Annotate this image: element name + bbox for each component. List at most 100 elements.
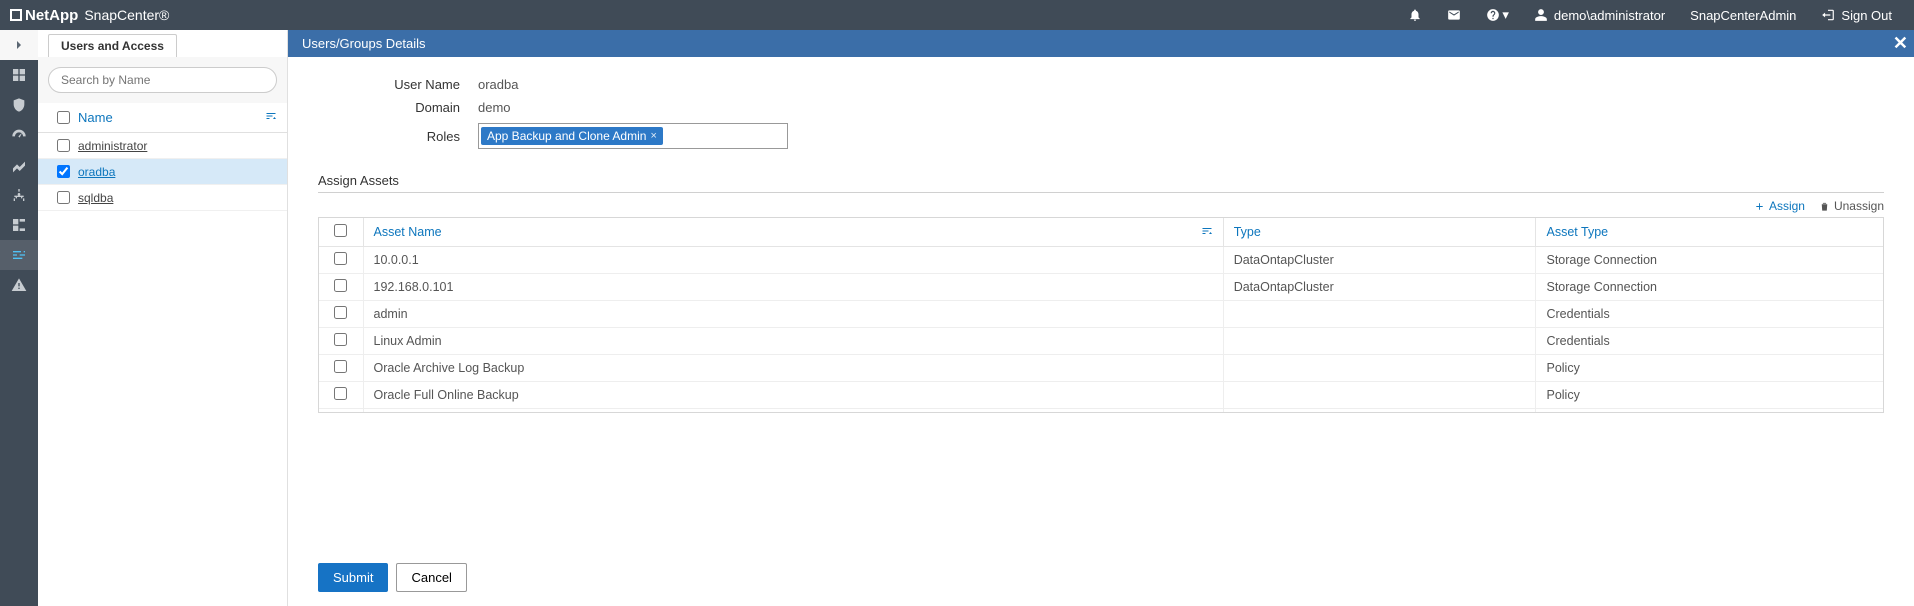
nav-dashboard[interactable] [0,60,38,90]
asset-type-header[interactable]: Asset Type [1536,218,1883,247]
user-icon [1534,8,1548,22]
help-icon [1486,8,1500,22]
hierarchy-icon [11,187,27,203]
user-row-name[interactable]: oradba [78,165,115,179]
asset-name-cell: Oracle Archive Log Backup [363,355,1223,382]
roles-label: Roles [368,129,478,144]
user-list-row[interactable]: sqldba [38,185,287,211]
user-row-checkbox[interactable] [57,139,70,152]
domain-value: demo [478,100,511,115]
sort-asc-icon[interactable] [265,110,277,125]
plus-icon [1754,201,1765,212]
nav-hosts[interactable] [0,180,38,210]
asset-table-row: rhel2.demo.netapp.com host [319,409,1883,413]
asset-row-checkbox[interactable] [334,306,347,319]
chevron-right-icon [11,37,27,53]
asset-assettype-cell: Storage Connection [1536,247,1883,274]
detail-title: Users/Groups Details [302,36,426,51]
name-column-header[interactable]: Name [78,110,265,125]
asset-row-checkbox[interactable] [334,387,347,400]
select-all-assets-checkbox[interactable] [334,224,347,237]
close-detail-button[interactable]: ✕ [1893,33,1908,54]
search-input[interactable] [48,67,277,93]
mail-button[interactable] [1434,0,1473,30]
asset-type-cell [1223,355,1536,382]
users-list-header: Name [38,103,287,133]
asset-type-cell: DataOntapCluster [1223,247,1536,274]
mail-icon [1447,8,1461,22]
asset-name-header[interactable]: Asset Name [363,218,1223,247]
nav-resources[interactable] [0,90,38,120]
product-name: SnapCenter® [84,7,169,23]
bell-icon [1408,8,1422,22]
asset-name-cell: Oracle Full Online Backup [363,382,1223,409]
signout-button[interactable]: Sign Out [1808,0,1904,30]
asset-table: Asset Name Type Asset Type 10.0.0.1 Data… [318,217,1884,413]
submit-button[interactable]: Submit [318,563,388,592]
grid-icon [11,67,27,83]
asset-table-row: Linux Admin Credentials [319,328,1883,355]
asset-table-row: 192.168.0.101 DataOntapCluster Storage C… [319,274,1883,301]
asset-type-cell: DataOntapCluster [1223,274,1536,301]
left-nav-rail [0,30,38,606]
tab-users-access[interactable]: Users and Access [48,34,177,57]
type-header[interactable]: Type [1223,218,1536,247]
user-label: demo\administrator [1554,8,1665,23]
nav-reports[interactable] [0,150,38,180]
gauge-icon [11,127,27,143]
user-row-checkbox[interactable] [57,191,70,204]
unassign-button[interactable]: Unassign [1819,199,1884,213]
user-row-checkbox[interactable] [57,165,70,178]
assign-button[interactable]: Assign [1754,199,1805,213]
asset-assettype-cell: Storage Connection [1536,274,1883,301]
trash-icon [1819,201,1830,212]
role-label[interactable]: SnapCenterAdmin [1677,0,1808,30]
detail-panel: Users/Groups Details ✕ User Name oradba … [288,30,1914,606]
help-button[interactable]: ▾ [1473,0,1521,30]
username-label: User Name [368,77,478,92]
user-identity[interactable]: demo\administrator [1521,0,1677,30]
remove-role-button[interactable]: × [650,130,656,142]
user-list-row[interactable]: oradba [38,159,287,185]
asset-type-cell [1223,301,1536,328]
asset-row-checkbox[interactable] [334,333,347,346]
blocks-icon [11,217,27,233]
asset-row-checkbox[interactable] [334,360,347,373]
asset-table-row: admin Credentials [319,301,1883,328]
user-row-name[interactable]: administrator [78,139,147,153]
asset-name-cell: 10.0.0.1 [363,247,1223,274]
domain-label: Domain [368,100,478,115]
asset-row-checkbox[interactable] [334,279,347,292]
nav-monitor[interactable] [0,120,38,150]
asset-table-row: 10.0.0.1 DataOntapCluster Storage Connec… [319,247,1883,274]
alert-icon [11,277,27,293]
sort-asc-icon [1201,225,1213,240]
asset-name-cell: admin [363,301,1223,328]
asset-name-cell: rhel2.demo.netapp.com [363,409,1223,413]
asset-type-cell [1223,409,1536,413]
nav-storage[interactable] [0,210,38,240]
detail-header: Users/Groups Details ✕ [288,30,1914,57]
user-row-name[interactable]: sqldba [78,191,113,205]
topbar: NetApp SnapCenter® ▾ demo\administrator … [0,0,1914,30]
users-tab-bar: Users and Access [38,30,287,57]
notifications-button[interactable] [1395,0,1434,30]
chart-icon [11,157,27,173]
asset-name-cell: 192.168.0.101 [363,274,1223,301]
asset-assettype-cell: Credentials [1536,328,1883,355]
asset-assettype-cell: host [1536,409,1883,413]
signout-icon [1821,8,1835,22]
nav-alerts[interactable] [0,270,38,300]
user-list-row[interactable]: administrator [38,133,287,159]
expand-nav-button[interactable] [0,30,38,60]
assign-assets-title: Assign Assets [318,173,1884,193]
asset-type-cell [1223,328,1536,355]
asset-row-checkbox[interactable] [334,252,347,265]
roles-input[interactable]: App Backup and Clone Admin × [478,123,788,149]
asset-assettype-cell: Policy [1536,382,1883,409]
select-all-users-checkbox[interactable] [57,111,70,124]
asset-type-cell [1223,382,1536,409]
nav-settings[interactable] [0,240,38,270]
cancel-button[interactable]: Cancel [396,563,466,592]
role-tag: App Backup and Clone Admin × [481,127,663,145]
